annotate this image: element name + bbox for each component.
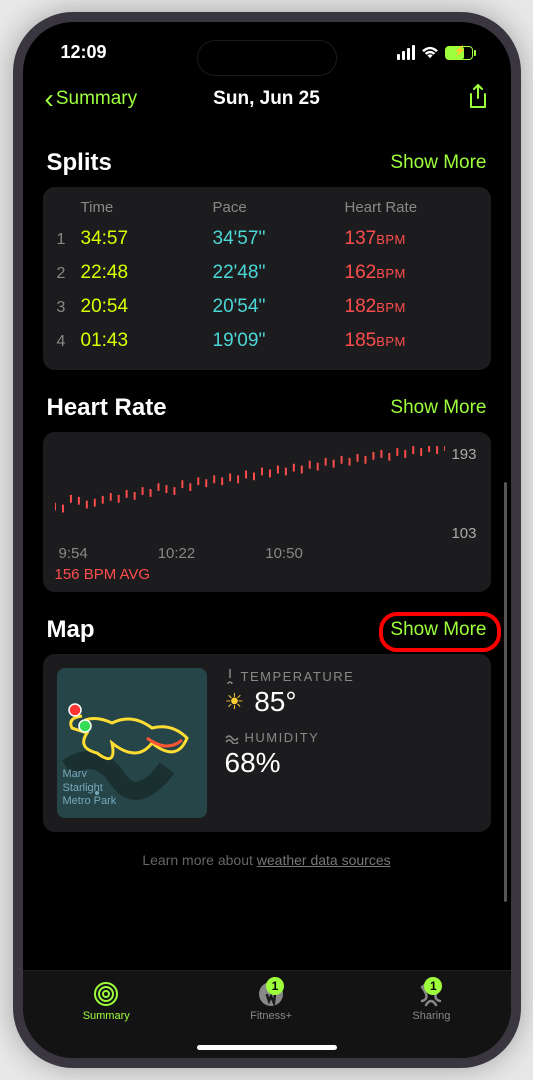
split-idx: 3: [57, 299, 81, 317]
split-time: 20:54: [81, 296, 213, 318]
table-row: 1 34:57 34'57'' 137BPM: [57, 222, 477, 256]
split-idx: 2: [57, 265, 81, 283]
cellular-icon: [397, 45, 415, 60]
split-hr: 185BPM: [345, 330, 477, 352]
nav-bar: ‹ Summary Sun, Jun 25: [23, 71, 511, 125]
tab-fitness[interactable]: 1 Fitness+: [250, 981, 292, 1022]
temperature-value: 85°: [254, 686, 296, 718]
share-button[interactable]: [467, 84, 489, 115]
thermometer-icon: [225, 668, 235, 684]
map-thumbnail[interactable]: Marv Starlight Metro Park: [57, 668, 207, 818]
sun-icon: ☀: [225, 689, 245, 715]
page-title: Sun, Jun 25: [213, 88, 320, 110]
splits-show-more[interactable]: Show More: [390, 152, 486, 174]
col-time: Time: [81, 199, 213, 216]
split-idx: 4: [57, 333, 81, 351]
tab-summary[interactable]: Summary: [83, 981, 130, 1022]
back-label: Summary: [56, 88, 137, 110]
col-pace: Pace: [213, 199, 345, 216]
map-card: Marv Starlight Metro Park TEMPERATURE ☀ …: [43, 654, 491, 832]
col-hr: Heart Rate: [345, 199, 477, 216]
tab-sharing[interactable]: 1 Sharing: [412, 981, 450, 1022]
split-pace: 22'48'': [213, 262, 345, 284]
split-idx: 1: [57, 231, 81, 249]
split-hr: 162BPM: [345, 262, 477, 284]
split-hr: 182BPM: [345, 296, 477, 318]
weather-link[interactable]: Learn more about weather data sources: [43, 852, 491, 868]
hr-time-1: 10:22: [158, 545, 196, 562]
split-time: 22:48: [81, 262, 213, 284]
hr-time-2: 10:50: [265, 545, 303, 562]
heart-rate-card: 193 103 9:54 10:22 10:50 156 BPM AVG: [43, 432, 491, 592]
hr-max: 193: [451, 446, 476, 463]
splits-card: Time Pace Heart Rate 1 34:57 34'57'' 137…: [43, 187, 491, 370]
back-button[interactable]: ‹ Summary: [45, 83, 138, 115]
split-pace: 34'57'': [213, 228, 345, 250]
split-pace: 19'09'': [213, 330, 345, 352]
share-icon: [467, 84, 489, 110]
humidity-value: 68%: [225, 747, 281, 779]
hr-time-0: 9:54: [59, 545, 88, 562]
scroll-indicator[interactable]: [504, 482, 507, 902]
chevron-left-icon: ‹: [45, 83, 54, 115]
split-time: 34:57: [81, 228, 213, 250]
table-row: 3 20:54 20'54'' 182BPM: [57, 290, 477, 324]
map-park-label: Marv Starlight Metro Park: [63, 768, 117, 808]
split-pace: 20'54'': [213, 296, 345, 318]
split-time: 01:43: [81, 330, 213, 352]
humidity-label: HUMIDITY: [225, 730, 477, 745]
status-time: 12:09: [61, 42, 107, 63]
map-title: Map: [47, 616, 95, 644]
humidity-icon: [225, 732, 239, 744]
hr-show-more[interactable]: Show More: [390, 397, 486, 419]
table-row: 2 22:48 22'48'' 162BPM: [57, 256, 477, 290]
splits-title: Splits: [47, 149, 112, 177]
wifi-icon: [421, 46, 439, 60]
home-indicator[interactable]: [197, 1045, 337, 1050]
hr-min: 103: [451, 525, 476, 542]
temperature-label: TEMPERATURE: [225, 668, 477, 684]
battery-icon: ⚡: [445, 46, 473, 60]
rings-icon: [93, 981, 119, 1007]
fitness-badge: 1: [266, 977, 284, 995]
hr-title: Heart Rate: [47, 394, 167, 422]
split-hr: 137BPM: [345, 228, 477, 250]
hr-avg: 156 BPM AVG: [55, 566, 479, 583]
table-row: 4 01:43 19'09'' 185BPM: [57, 324, 477, 358]
heart-rate-chart: [55, 446, 445, 536]
map-show-more[interactable]: Show More: [390, 619, 486, 641]
